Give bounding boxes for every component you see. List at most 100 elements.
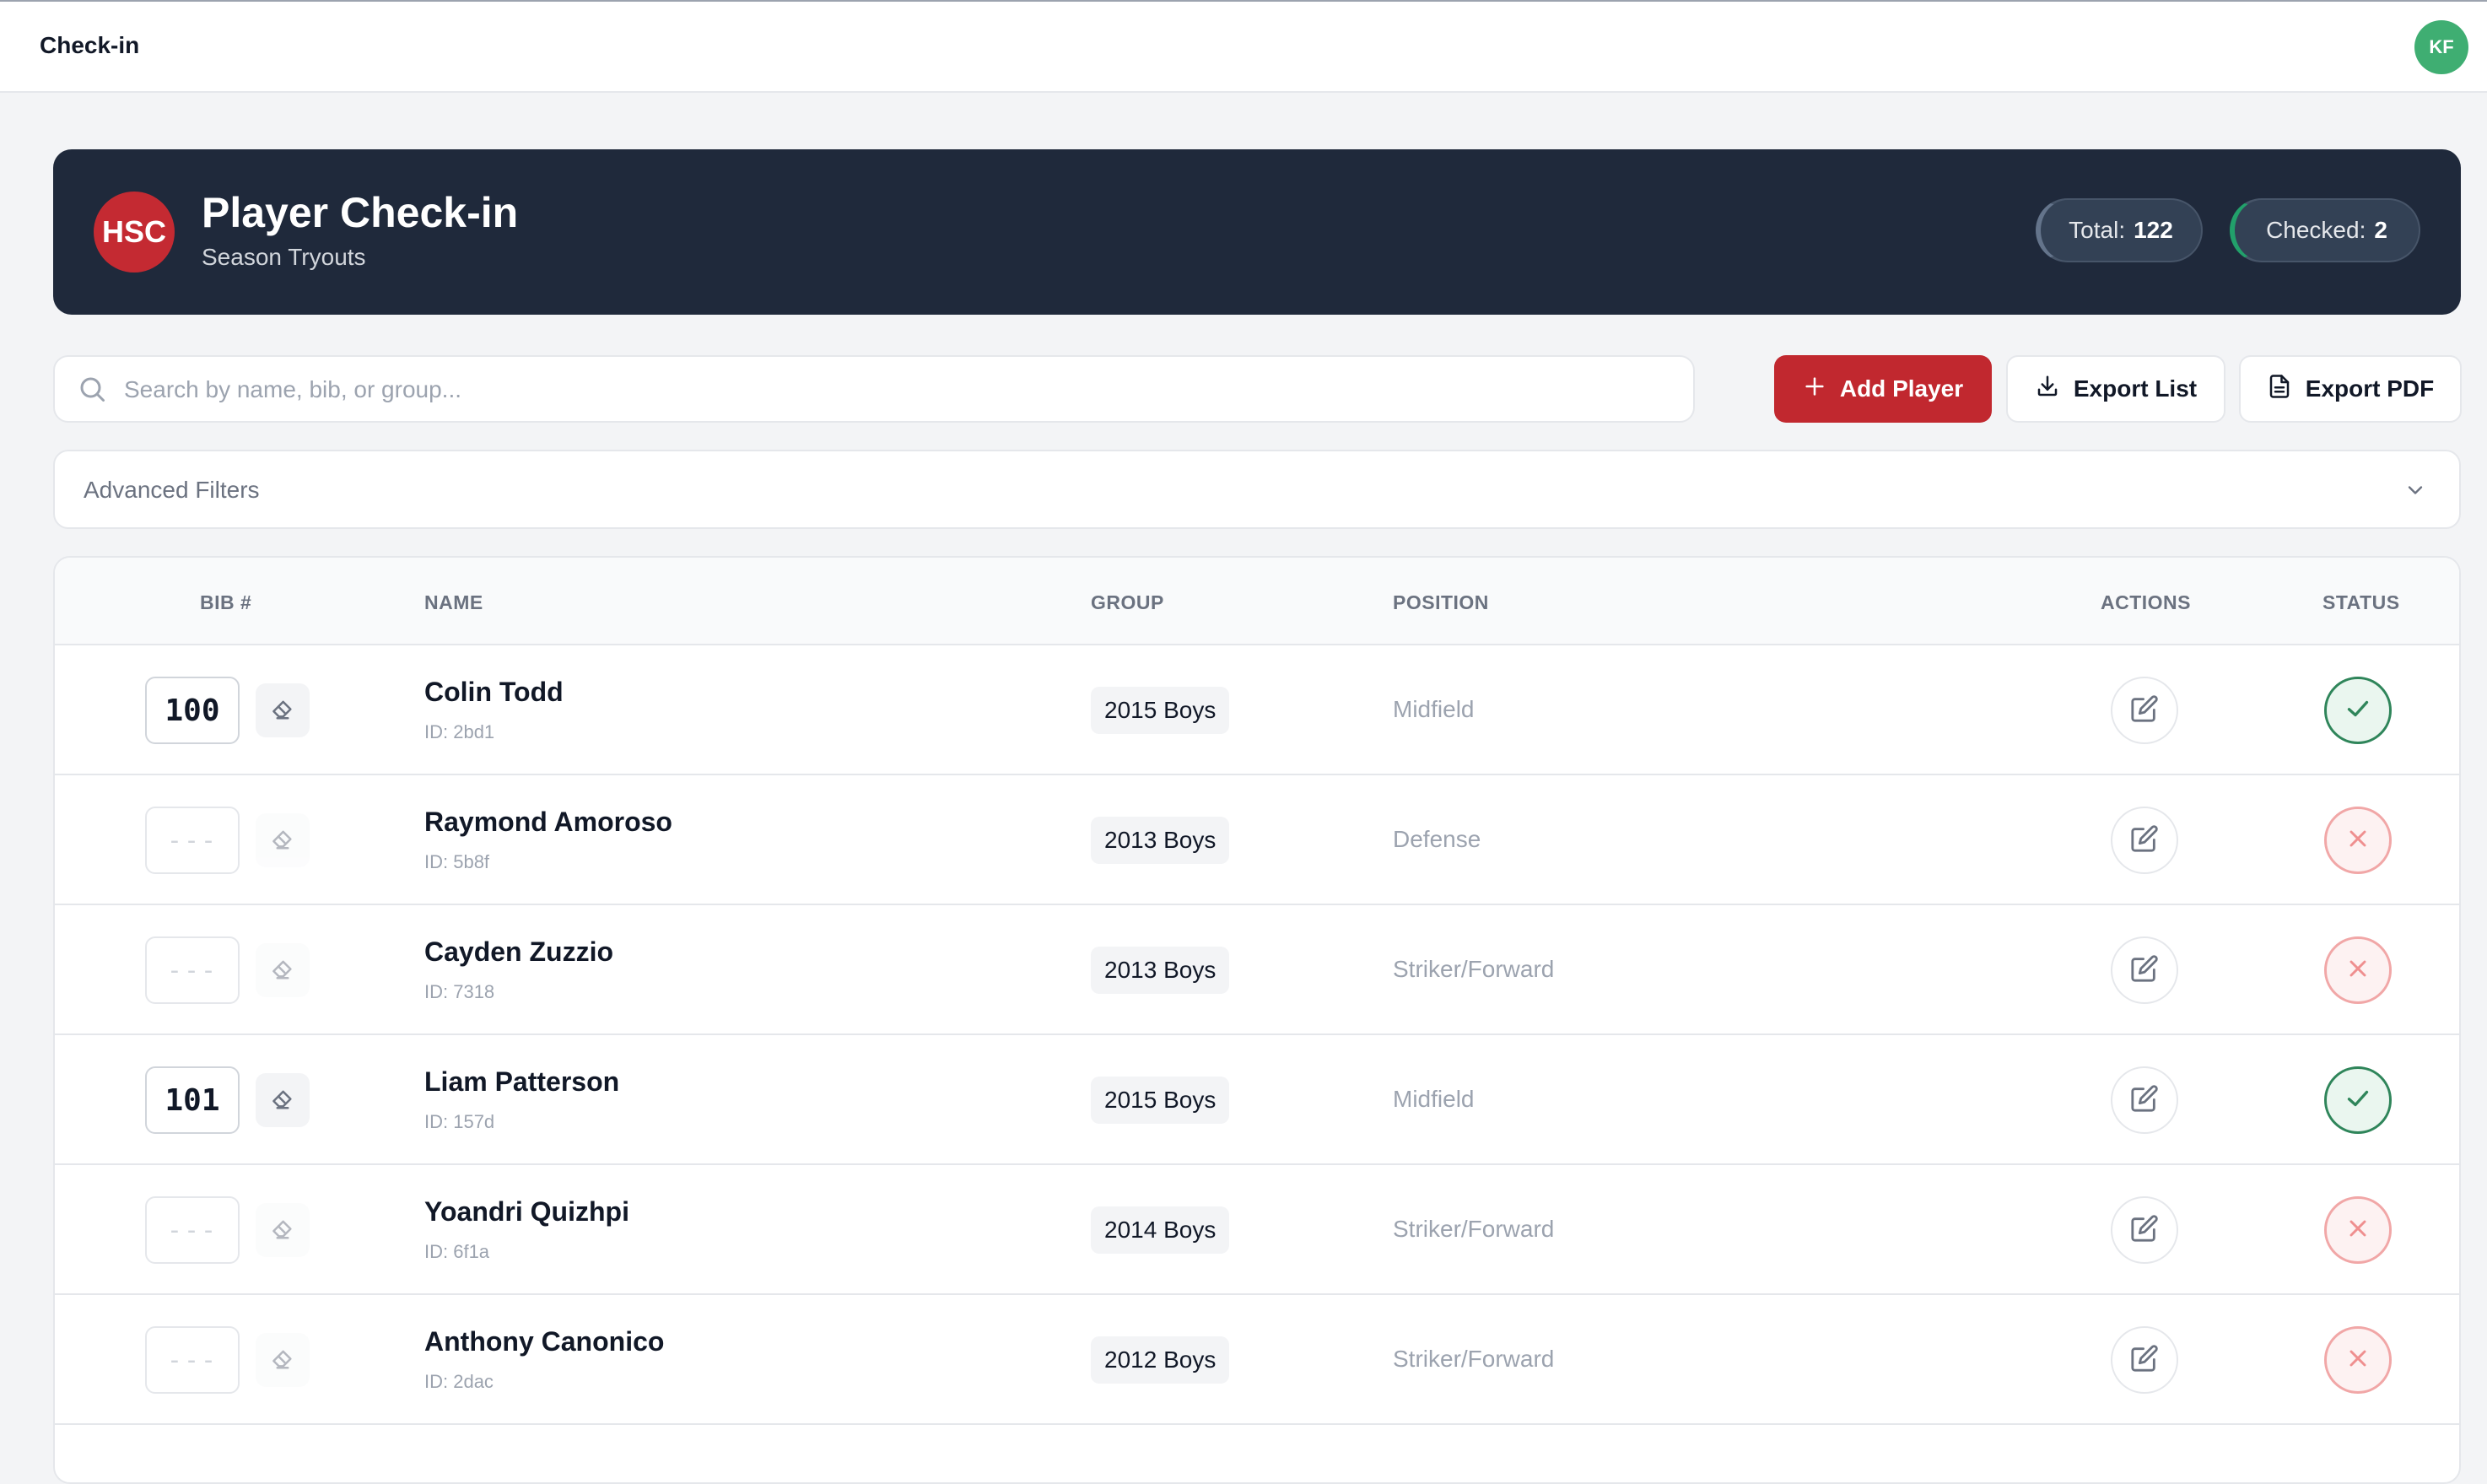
player-name: Yoandri Quizhpi xyxy=(424,1196,629,1227)
edit-player-button[interactable] xyxy=(2111,1326,2178,1394)
group-badge: 2013 Boys xyxy=(1091,817,1230,864)
edit-icon xyxy=(2130,954,2159,987)
total-badge: Total: 122 xyxy=(2036,198,2203,262)
player-id: ID: 6f1a xyxy=(424,1241,490,1262)
plus-icon xyxy=(1803,375,1826,404)
edit-icon xyxy=(2130,1214,2159,1247)
table-row: 100 Colin Todd ID: 2bd1 2015 Boys Midfield xyxy=(55,645,2459,775)
check-in-status-toggle[interactable] xyxy=(2324,1326,2392,1394)
advanced-filters-toggle[interactable]: Advanced Filters xyxy=(53,450,2461,529)
edit-player-button[interactable] xyxy=(2111,1066,2178,1134)
advanced-filters-label: Advanced Filters xyxy=(84,477,260,503)
bib-input[interactable]: --- xyxy=(145,936,240,1004)
column-header-status[interactable]: STATUS xyxy=(2322,591,2400,614)
add-player-button[interactable]: Add Player xyxy=(1774,355,1992,423)
group-badge: 2015 Boys xyxy=(1091,1077,1230,1124)
check-icon xyxy=(2343,1083,2373,1118)
chevron-down-icon xyxy=(2403,478,2427,506)
player-name: Liam Patterson xyxy=(424,1066,620,1097)
download-icon xyxy=(2035,374,2060,405)
edit-player-button[interactable] xyxy=(2111,936,2178,1004)
player-name: Raymond Amoroso xyxy=(424,807,672,837)
player-position: Striker/Forward xyxy=(1393,1346,1555,1372)
edit-player-button[interactable] xyxy=(2111,677,2178,744)
table-row: --- Yoandri Quizhpi ID: 6f1a 2014 Boys Strik… xyxy=(55,1165,2459,1295)
clear-bib-button[interactable] xyxy=(256,1203,310,1257)
checked-label: Checked: xyxy=(2266,217,2366,243)
check-icon xyxy=(2343,693,2373,728)
check-in-status-toggle[interactable] xyxy=(2324,807,2392,874)
table-row: --- Cayden Zuzzio ID: 7318 2013 Boys Striker… xyxy=(55,905,2459,1035)
top-bar: Check-in KF xyxy=(0,0,2487,93)
export-pdf-button[interactable]: Export PDF xyxy=(2239,355,2462,423)
edit-icon xyxy=(2130,1084,2159,1117)
group-badge: 2013 Boys xyxy=(1091,947,1230,994)
total-value: 122 xyxy=(2134,217,2173,243)
eraser-icon xyxy=(270,1216,295,1245)
player-position: Striker/Forward xyxy=(1393,956,1555,982)
club-logo: HSC xyxy=(94,192,175,273)
clear-bib-button[interactable] xyxy=(256,1073,310,1127)
column-header-name[interactable]: NAME xyxy=(424,591,483,614)
edit-icon xyxy=(2130,824,2159,857)
avatar[interactable]: KF xyxy=(2414,20,2468,74)
checked-badge: Checked: 2 xyxy=(2230,198,2420,262)
search-input[interactable] xyxy=(122,369,1644,411)
x-icon xyxy=(2344,1215,2371,1246)
x-icon xyxy=(2344,825,2371,856)
player-id: ID: 157d xyxy=(424,1111,495,1132)
group-badge: 2012 Boys xyxy=(1091,1336,1230,1384)
group-badge: 2014 Boys xyxy=(1091,1206,1230,1254)
clear-bib-button[interactable] xyxy=(256,813,310,867)
column-header-bib[interactable]: BIB # xyxy=(200,591,251,614)
player-id: ID: 7318 xyxy=(424,981,495,1002)
x-icon xyxy=(2344,955,2371,986)
export-list-label: Export List xyxy=(2073,375,2198,402)
check-in-status-toggle[interactable] xyxy=(2324,677,2392,744)
eraser-icon xyxy=(270,826,295,855)
player-position: Defense xyxy=(1393,826,1481,852)
column-header-actions: ACTIONS xyxy=(2101,591,2191,613)
x-icon xyxy=(2344,1345,2371,1376)
eraser-icon xyxy=(270,956,295,985)
bib-input[interactable]: 100 xyxy=(145,677,240,744)
player-id: ID: 5b8f xyxy=(424,851,490,872)
player-id: ID: 2dac xyxy=(424,1371,494,1392)
check-in-status-toggle[interactable] xyxy=(2324,1066,2392,1134)
export-pdf-label: Export PDF xyxy=(2305,375,2435,402)
eraser-icon xyxy=(270,1086,295,1115)
page-title: Player Check-in xyxy=(202,189,519,236)
table-header: BIB # NAME GROUP POSITION ACTIONS STATUS xyxy=(55,558,2459,645)
group-badge: 2015 Boys xyxy=(1091,687,1230,734)
edit-player-button[interactable] xyxy=(2111,1196,2178,1264)
player-position: Midfield xyxy=(1393,1086,1475,1112)
bib-input[interactable]: --- xyxy=(145,1326,240,1394)
clear-bib-button[interactable] xyxy=(256,683,310,737)
table-row: --- Anthony Canonico ID: 2dac 2012 Boys Stri… xyxy=(55,1295,2459,1425)
player-id: ID: 2bd1 xyxy=(424,721,495,742)
edit-player-button[interactable] xyxy=(2111,807,2178,874)
table-row: --- Raymond Amoroso ID: 5b8f 2013 Boys Defen… xyxy=(55,775,2459,905)
player-table: BIB # NAME GROUP POSITION ACTIONS STATUS… xyxy=(53,556,2461,1484)
eraser-icon xyxy=(270,1346,295,1375)
edit-icon xyxy=(2130,1344,2159,1377)
search-bar[interactable] xyxy=(53,355,1695,423)
clear-bib-button[interactable] xyxy=(256,1333,310,1387)
clear-bib-button[interactable] xyxy=(256,943,310,997)
column-header-group[interactable]: GROUP xyxy=(1091,591,1164,614)
app-title: Check-in xyxy=(40,32,140,58)
column-header-position[interactable]: POSITION xyxy=(1393,591,1489,614)
eraser-icon xyxy=(270,696,295,726)
checked-value: 2 xyxy=(2374,217,2387,243)
check-in-status-toggle[interactable] xyxy=(2324,936,2392,1004)
bib-input[interactable]: --- xyxy=(145,807,240,874)
player-name: Cayden Zuzzio xyxy=(424,936,614,967)
bib-input[interactable]: 101 xyxy=(145,1066,240,1134)
page-subtitle: Season Tryouts xyxy=(202,244,366,270)
check-in-status-toggle[interactable] xyxy=(2324,1196,2392,1264)
total-label: Total: xyxy=(2069,217,2126,243)
document-icon xyxy=(2267,374,2292,405)
bib-input[interactable]: --- xyxy=(145,1196,240,1264)
edit-icon xyxy=(2130,694,2159,727)
export-list-button[interactable]: Export List xyxy=(2006,355,2225,423)
